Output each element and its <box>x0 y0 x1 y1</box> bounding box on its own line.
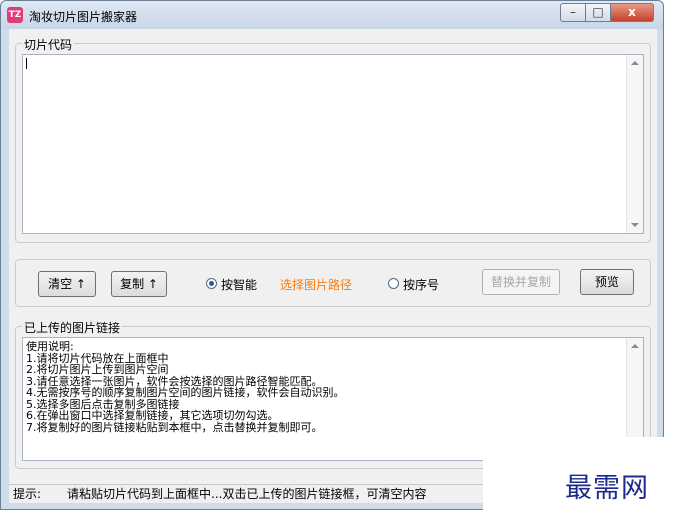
scroll-up-icon[interactable] <box>631 61 639 65</box>
status-prefix: 提示: <box>13 487 42 501</box>
copy-button[interactable]: 复制 ↑ <box>111 271 167 297</box>
status-message: 请粘贴切片代码到上面框中...双击已上传的图片链接框，可清空内容 <box>67 487 427 501</box>
minimize-button[interactable]: – <box>560 3 586 22</box>
instruction-line: 4.无需按序号的顺序复制图片空间的图片链接，软件会自动识别。 <box>26 386 345 399</box>
client-area: 切片代码 清空 ↑ 复制 ↑ 按智能 选择图片路径 按序号 替换并复制 预览 已… <box>9 29 657 503</box>
maximize-button[interactable]: □ <box>585 3 611 22</box>
smart-radio-label[interactable]: 按智能 <box>221 276 257 293</box>
window-title: 淘妆切片图片搬家器 <box>29 10 138 24</box>
toolbar-group: 清空 ↑ 复制 ↑ 按智能 选择图片路径 按序号 替换并复制 预览 <box>15 259 651 307</box>
clear-button[interactable]: 清空 ↑ <box>38 271 96 297</box>
code-group-legend: 切片代码 <box>22 36 75 53</box>
code-scrollbar[interactable] <box>626 55 643 233</box>
order-radio-label[interactable]: 按序号 <box>403 276 439 293</box>
app-icon: TZ <box>7 7 23 23</box>
scroll-up-icon[interactable] <box>631 344 639 348</box>
app-window: TZ 淘妆切片图片搬家器 – □ x 切片代码 清空 ↑ 复制 ↑ 按智能 选择… <box>0 0 664 510</box>
preview-button[interactable]: 预览 <box>580 269 634 295</box>
smart-radio[interactable] <box>206 278 217 289</box>
radio-selected-dot <box>209 281 214 286</box>
text-caret <box>26 58 27 69</box>
watermark-text: 最需网 <box>565 473 649 504</box>
code-group: 切片代码 <box>15 36 651 243</box>
replace-copy-button[interactable]: 替换并复制 <box>482 269 560 295</box>
scroll-down-icon[interactable] <box>631 223 639 227</box>
close-button[interactable]: x <box>610 3 654 22</box>
choose-path-link[interactable]: 选择图片路径 <box>280 276 352 293</box>
instruction-line: 7.将复制好的图片链接粘贴到本框中，点击替换并复制即可。 <box>26 420 323 434</box>
order-radio[interactable] <box>388 278 399 289</box>
instruction-line: 使用说明: <box>26 340 74 353</box>
instruction-line: 6.在弹出窗口中选择复制链接，其它选项切勿勾选。 <box>26 409 279 422</box>
instruction-line: 2.将切片图片上传到图片空间 <box>26 363 169 376</box>
links-group-legend: 已上传的图片链接 <box>22 319 123 336</box>
title-bar[interactable]: TZ 淘妆切片图片搬家器 – □ x <box>1 1 663 29</box>
code-textarea[interactable] <box>22 54 644 234</box>
